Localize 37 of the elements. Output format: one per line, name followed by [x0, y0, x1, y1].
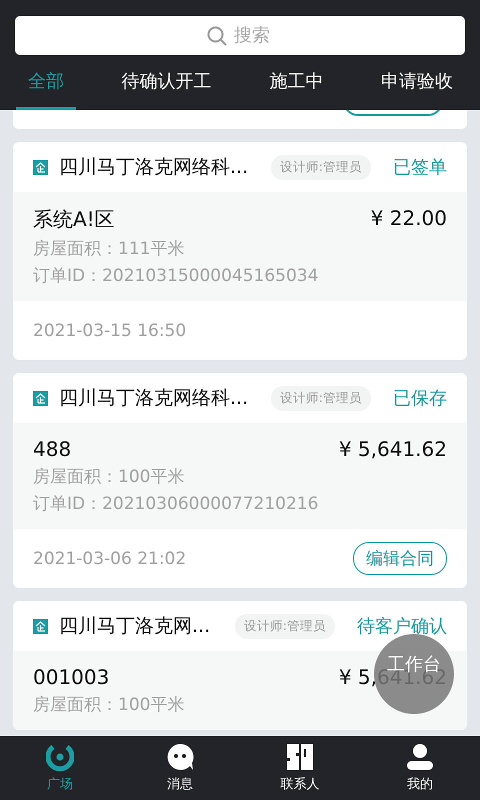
company-icon: [33, 618, 48, 634]
order-id: 订单ID：20210306000077210216: [33, 493, 320, 515]
tab[interactable]: 申请验收: [368, 69, 465, 110]
nav-item[interactable]: 广场: [0, 736, 120, 800]
order-date: 2021-03-06 21:02: [33, 548, 186, 568]
order-name: 001003: [33, 665, 110, 689]
designer-tag: 设计师:管理员: [270, 154, 371, 180]
chat-icon: [166, 743, 194, 771]
search-field[interactable]: 搜索: [15, 16, 465, 55]
order-status: 已签单: [393, 156, 447, 179]
order-status: 已保存: [393, 387, 447, 410]
person-icon: [406, 743, 434, 771]
order-name: 系统A!区: [33, 206, 115, 233]
order-name: 488: [33, 437, 72, 461]
tab[interactable]: 待确认开工: [110, 69, 224, 110]
company-icon: [33, 160, 48, 174]
tab[interactable]: 施工中: [257, 69, 336, 110]
order-date: 2021-03-15 16:50: [33, 320, 186, 340]
house-area: 房屋面积：111平米: [33, 237, 447, 260]
company-icon: [33, 390, 48, 406]
order-price: ¥ 22.00: [370, 206, 447, 232]
order-price: ¥ 5,641.62: [338, 437, 447, 461]
designer-tag: 设计师:管理员: [234, 614, 335, 638]
order-id: 订单ID：20210315000045165034: [33, 265, 320, 287]
order-card[interactable]: 四川马丁洛克网络科... 设计师:管理员 已保存 488 ¥ 5,641.62 房屋面积：100平米 订单ID：20210306000077210216 2021-03-06 21:02 编辑合同: [13, 373, 467, 588]
house-area: 房屋面积：100平米: [33, 465, 447, 488]
nav-item[interactable]: 消息: [120, 736, 240, 800]
nav-item[interactable]: 联系人: [240, 736, 360, 800]
company-name: 四川马丁洛克网...: [59, 614, 210, 639]
company-name: 四川马丁洛克网络科...: [59, 386, 248, 411]
order-card[interactable]: 四川马丁洛克网络科... 设计师:管理员 已签单 系统A!区 ¥ 22.00 房屋面积：111平米 订单ID：20210315000045165034 2021-03-15 16:50: [13, 142, 467, 360]
designer-tag: 设计师:管理员: [270, 386, 371, 410]
company-name: 四川马丁洛克网络科...: [59, 155, 248, 180]
nav-item[interactable]: 我的: [360, 736, 480, 800]
ring-icon: [46, 743, 74, 771]
search-icon: [207, 26, 227, 46]
contacts-icon: [286, 743, 314, 771]
